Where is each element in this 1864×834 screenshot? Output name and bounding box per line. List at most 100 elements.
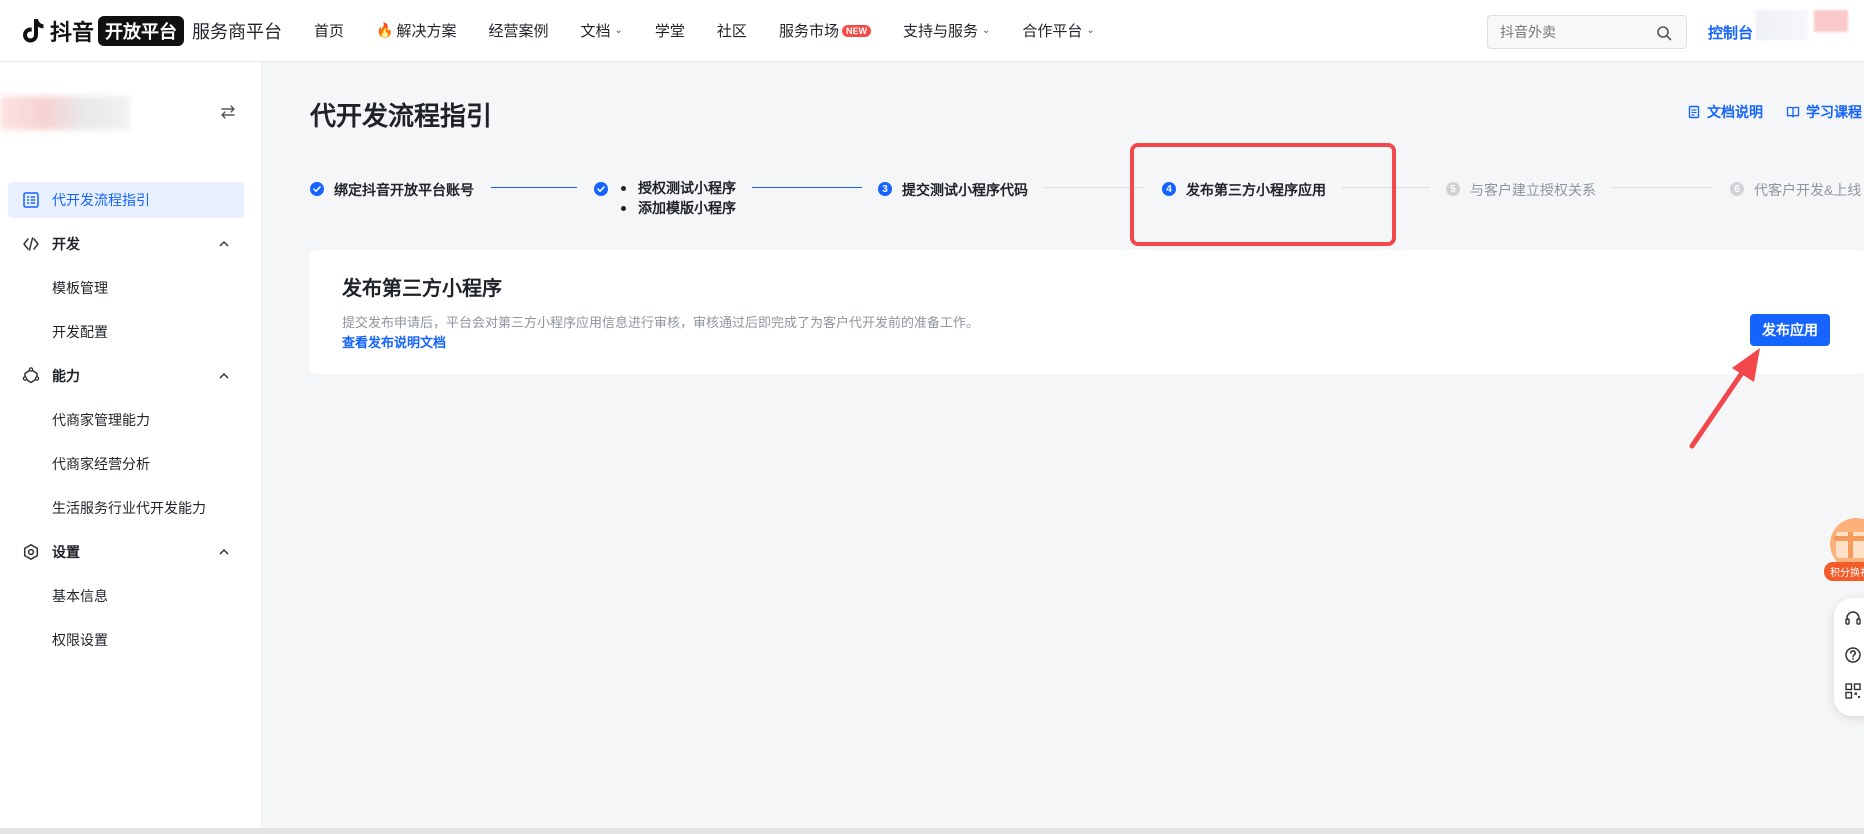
- nav-label: 服务市场: [778, 23, 839, 40]
- step-number-icon: 5: [1446, 182, 1460, 196]
- sidebar-item-label: 能力: [52, 368, 80, 384]
- user-menu[interactable]: [1814, 10, 1848, 32]
- step-1: 绑定抖音开放平台账号: [310, 180, 474, 200]
- page-title: 代开发流程指引: [310, 101, 493, 131]
- doc-link[interactable]: 文档说明: [1687, 102, 1763, 122]
- chevron-up-icon: [219, 548, 229, 555]
- nav-support[interactable]: 支持与服务 ⌄: [903, 20, 990, 41]
- search-box[interactable]: [1487, 15, 1687, 49]
- sidebar-item-guide[interactable]: 代开发流程指引: [8, 182, 244, 218]
- sidebar-item-label: 开发配置: [52, 324, 108, 340]
- nav-label: 文档: [580, 23, 611, 40]
- nav-academy[interactable]: 学堂: [655, 20, 685, 41]
- card-title: 发布第三方小程序: [342, 278, 502, 300]
- org-name-blurred: [0, 96, 130, 130]
- new-badge: NEW: [841, 24, 871, 37]
- avatar[interactable]: [1756, 10, 1808, 40]
- sidebar-item-label: 代开发流程指引: [52, 192, 150, 208]
- card-description: 提交发布申请后，平台会对第三方小程序应用信息进行审核，审核通过后即完成了为客户代…: [342, 315, 980, 330]
- annotation-arrow-icon: [1689, 348, 1760, 449]
- step-sublist: 授权测试小程序 添加模版小程序: [618, 180, 736, 220]
- sidebar-item-label: 代商家经营分析: [52, 456, 150, 472]
- sidebar-item-label: 生活服务行业代开发能力: [52, 500, 206, 516]
- sidebar-item-permissions[interactable]: 权限设置: [8, 622, 244, 658]
- sidebar-item-label: 权限设置: [52, 632, 108, 648]
- check-circle-icon: [594, 182, 608, 196]
- headset-icon[interactable]: [1844, 610, 1862, 628]
- publish-app-button[interactable]: 发布应用: [1750, 314, 1830, 346]
- brand-badge: 开放平台: [98, 15, 185, 46]
- step-label: 提交测试小程序代码: [902, 182, 1028, 198]
- sidebar-group-settings[interactable]: 设置: [8, 534, 244, 570]
- publish-card: 发布第三方小程序 提交发布申请后，平台会对第三方小程序应用信息进行审核，审核通过…: [310, 250, 1864, 374]
- step-connector: [752, 187, 862, 188]
- step-label: 与客户建立授权关系: [1470, 182, 1596, 198]
- gift-label[interactable]: 积分换礼: [1824, 562, 1864, 581]
- fire-icon: 🔥: [376, 22, 394, 38]
- nav-home[interactable]: 首页: [314, 20, 344, 41]
- sidebar-item-label: 模板管理: [52, 280, 108, 296]
- sidebar-item-basic-info[interactable]: 基本信息: [8, 578, 244, 614]
- chevron-up-icon: [219, 372, 229, 379]
- brand-subtitle: 服务商平台: [192, 21, 283, 42]
- qrcode-icon[interactable]: [1844, 682, 1862, 700]
- search-input[interactable]: [1500, 24, 1650, 40]
- step-label: 绑定抖音开放平台账号: [334, 182, 474, 198]
- step-sub-item: 添加模版小程序: [618, 196, 736, 220]
- search-icon[interactable]: [1656, 25, 1672, 41]
- chevron-down-icon: ⌄: [614, 25, 623, 36]
- main-nav: 首页 🔥 解决方案 经营案例 文档 ⌄ 学堂 社区 服务市场 NEW 支持与服务 ⌄ 合…: [314, 0, 1127, 62]
- capability-icon: [22, 367, 40, 384]
- nav-market[interactable]: 服务市场 NEW: [779, 20, 871, 41]
- nav-label: 支持与服务: [902, 23, 978, 40]
- sidebar-item-templates[interactable]: 模板管理: [8, 270, 244, 306]
- sidebar-item-dev-config[interactable]: 开发配置: [8, 314, 244, 350]
- sidebar: 代开发流程指引 开发 模板管理 开发配置 能力 代商家管理能力 代商家经营分析 …: [0, 62, 262, 834]
- doc-link-label: 文档说明: [1707, 104, 1763, 120]
- nav-cases[interactable]: 经营案例: [488, 20, 548, 41]
- sidebar-item-life-service[interactable]: 生活服务行业代开发能力: [8, 490, 244, 526]
- brand-name: 抖音: [50, 19, 95, 45]
- sidebar-item-merchant-analysis[interactable]: 代商家经营分析: [8, 446, 244, 482]
- console-link[interactable]: 控制台: [1708, 22, 1753, 43]
- nav-label: 社区: [716, 23, 747, 40]
- course-link[interactable]: 学习课程: [1786, 102, 1862, 122]
- nav-partner[interactable]: 合作平台 ⌄: [1022, 20, 1094, 41]
- annotation-highlight-box: [1130, 143, 1396, 246]
- brand-logo-link[interactable]: 抖音 开放平台 服务商平台: [20, 0, 282, 62]
- nav-label: 合作平台: [1022, 23, 1083, 40]
- window-bottom-edge: [0, 828, 1864, 834]
- sidebar-group-dev[interactable]: 开发: [8, 226, 244, 262]
- gear-icon: [23, 544, 39, 560]
- sidebar-item-label: 开发: [52, 236, 80, 252]
- publish-doc-link[interactable]: 查看发布说明文档: [342, 332, 446, 351]
- step-2: 授权测试小程序 添加模版小程序: [594, 180, 736, 220]
- book-icon: [1786, 106, 1800, 118]
- list-icon: [23, 192, 39, 208]
- nav-label: 首页: [314, 23, 345, 40]
- tiktok-logo-icon: [23, 18, 44, 42]
- step-connector: [491, 187, 577, 188]
- step-number-icon: 6: [1730, 182, 1744, 196]
- sidebar-item-label: 基本信息: [52, 588, 108, 604]
- nav-label: 学堂: [654, 23, 685, 40]
- step-label: 代客户开发&上线: [1754, 182, 1862, 198]
- check-circle-icon: [310, 182, 324, 196]
- course-link-label: 学习课程: [1806, 104, 1862, 120]
- chevron-down-icon: ⌄: [1086, 25, 1095, 36]
- nav-label: 解决方案: [396, 23, 457, 40]
- nav-solutions[interactable]: 🔥 解决方案: [376, 20, 456, 41]
- sidebar-group-capability[interactable]: 能力: [8, 358, 244, 394]
- nav-community[interactable]: 社区: [717, 20, 747, 41]
- sidebar-menu: 代开发流程指引 开发 模板管理 开发配置 能力 代商家管理能力 代商家经营分析 …: [8, 182, 244, 666]
- step-connector: [1612, 187, 1712, 188]
- sidebar-item-label: 设置: [52, 544, 80, 560]
- document-icon: [1688, 105, 1700, 119]
- help-icon[interactable]: [1844, 646, 1862, 664]
- collapse-sidebar-icon[interactable]: [218, 102, 238, 122]
- step-number-icon: 3: [878, 182, 892, 196]
- nav-docs[interactable]: 文档 ⌄: [581, 20, 623, 41]
- nav-label: 经营案例: [488, 23, 549, 40]
- sidebar-item-merchant-manage[interactable]: 代商家管理能力: [8, 402, 244, 438]
- floating-toolbar: [1834, 598, 1864, 716]
